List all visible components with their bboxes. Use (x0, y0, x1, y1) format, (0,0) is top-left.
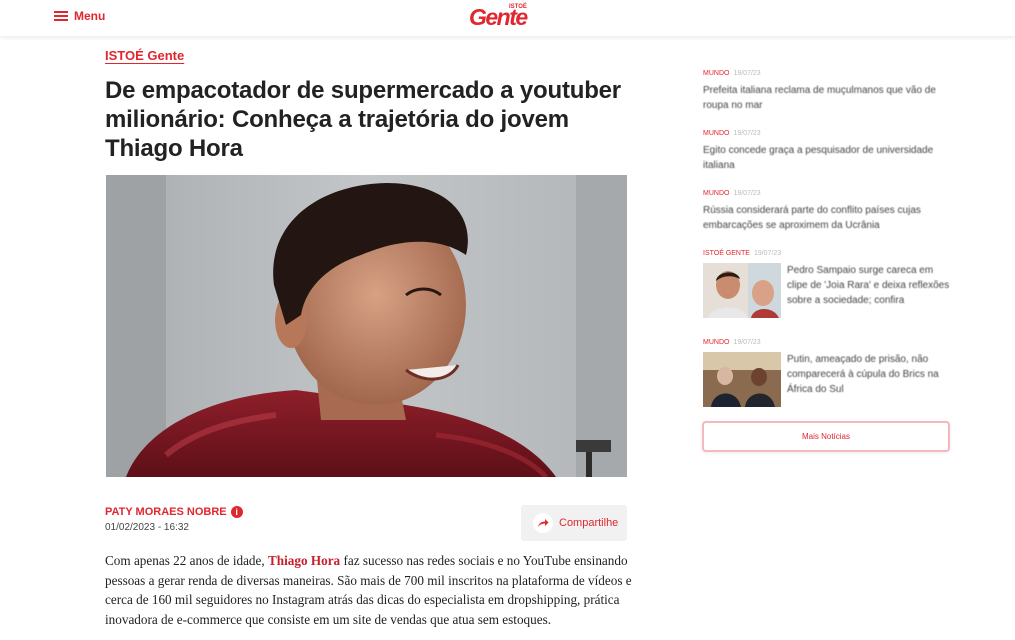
news-title: Prefeita italiana reclama de muçulmanos … (703, 85, 936, 111)
author-byline[interactable]: PATY MORAES NOBRE i (105, 506, 243, 518)
logo-small-text: ISTOÉ (509, 4, 527, 10)
hero-image (106, 175, 627, 477)
news-meta: MUNDO 19/07/23 (703, 130, 953, 137)
article-title: De empacotador de supermercado a youtube… (105, 77, 621, 162)
top-header: Menu ISTOÉ Gente (0, 0, 1015, 36)
news-meta: MUNDO 19/07/23 (703, 70, 953, 77)
body-link-thiago-hora[interactable]: Thiago Hora (268, 553, 340, 568)
news-title: Egito concede graça a pesquisador de uni… (703, 145, 934, 171)
news-meta: ISTOÉ GENTE 19/07/23 (703, 250, 953, 257)
share-label: Compartilhe (559, 517, 619, 529)
news-meta: MUNDO 19/07/23 (703, 339, 953, 346)
news-title: Pedro Sampaio surge careca em clipe de '… (787, 265, 950, 306)
news-meta: MUNDO 19/07/23 (703, 190, 953, 197)
news-thumb-row: Pedro Sampaio surge careca em clipe de '… (703, 263, 953, 318)
news-date: 19/07/23 (733, 70, 761, 77)
news-category: MUNDO (703, 190, 730, 197)
news-date: 19/07/23 (753, 250, 782, 257)
news-thumbnail[interactable] (703, 263, 781, 318)
sidebar-news-item[interactable]: MUNDO 19/07/23 Rússia considerará parte d… (703, 190, 953, 233)
author-name: PATY MORAES NOBRE (105, 506, 227, 518)
article-body-paragraph: Com apenas 22 anos de idade, Thiago Hora… (105, 551, 635, 629)
menu-label: Menu (74, 9, 106, 23)
site-logo[interactable]: ISTOÉ Gente (469, 4, 528, 32)
news-date: 19/07/23 (733, 190, 761, 197)
sidebar-news-item[interactable]: ISTOÉ GENTE 19/07/23 Pedro Sampaio surge … (703, 250, 953, 318)
info-icon[interactable]: i (230, 506, 243, 518)
news-category: MUNDO (703, 130, 730, 137)
share-button[interactable]: Compartilhe (521, 505, 627, 541)
sidebar-news-item[interactable]: MUNDO 19/07/23 Putin, ameaçado de prisão,… (703, 339, 953, 407)
sidebar-news-item[interactable]: MUNDO 19/07/23 Prefeita italiana reclama … (703, 70, 953, 113)
more-news-button[interactable]: Mais Notícias (702, 421, 950, 452)
news-date: 19/07/23 (733, 339, 761, 346)
share-arrow-icon (533, 513, 553, 533)
news-thumb-row: Putin, ameaçado de prisão, não comparece… (703, 352, 953, 407)
publish-date: 01/02/2023 - 16:32 (105, 522, 189, 533)
news-category: ISTOÉ GENTE (703, 250, 750, 257)
news-thumbnail[interactable] (703, 352, 781, 407)
sidebar-news-item[interactable]: MUNDO 19/07/23 Egito concede graça a pesq… (703, 130, 953, 173)
news-title: Putin, ameaçado de prisão, não comparece… (787, 354, 939, 395)
hamburger-icon (54, 10, 68, 22)
menu-button[interactable]: Menu (54, 9, 105, 23)
news-category: MUNDO (703, 70, 730, 77)
article-category-link[interactable]: ISTOÉ Gente (105, 48, 184, 63)
body-text-start: Com apenas 22 anos de idade, (105, 553, 268, 568)
news-title: Rússia considerará parte do conflito paí… (703, 205, 921, 231)
news-category: MUNDO (703, 339, 730, 346)
news-date: 19/07/23 (733, 130, 761, 137)
